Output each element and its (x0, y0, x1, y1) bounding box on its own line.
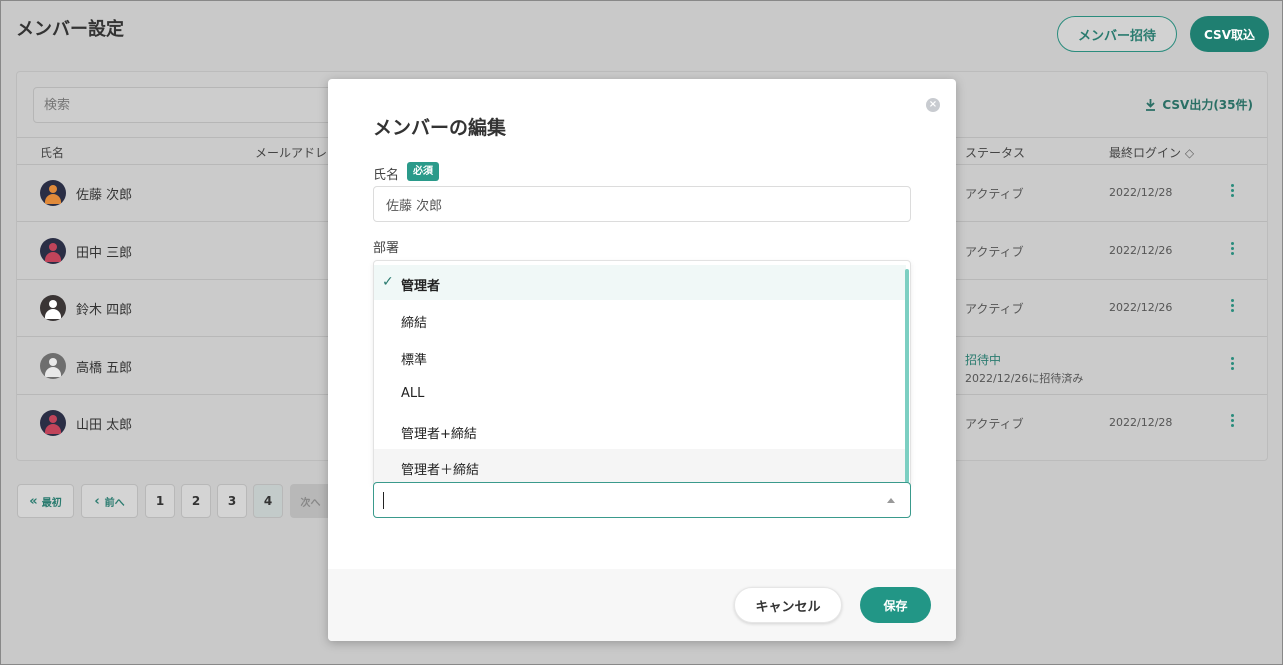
department-field-label: 部署 (373, 241, 400, 256)
check-icon: ✓ (382, 274, 394, 290)
avatar (40, 410, 66, 436)
dropdown-option[interactable]: 締結 (374, 302, 906, 337)
chevron-left-icon: ‹ (94, 493, 100, 509)
member-status: アクティブ (965, 302, 1024, 316)
page-title: メンバー設定 (16, 19, 124, 40)
column-last-login-label: 最終ログイン (1109, 146, 1182, 160)
column-last-login[interactable]: 最終ログイン ◇ (1109, 144, 1194, 161)
dropdown-option[interactable]: 標準 (374, 339, 906, 374)
member-status: アクティブ (965, 187, 1024, 201)
member-invite-date: 2022/12/26に招待済み (965, 372, 1084, 385)
pager-current-page[interactable]: 4 (253, 484, 283, 518)
option-label: 管理者＋締結 (401, 463, 480, 478)
option-label: 締結 (401, 316, 428, 331)
option-label: 標準 (401, 353, 428, 368)
avatar (40, 238, 66, 264)
pager-prev-label: 前へ (104, 497, 125, 509)
row-menu-icon[interactable] (1229, 184, 1235, 200)
member-last-login: 2022/12/28 (1109, 416, 1173, 429)
modal-footer: キャンセル 保存 (328, 569, 956, 641)
dropdown-option[interactable]: ALL (374, 376, 906, 411)
pager-page-button[interactable]: 3 (217, 484, 247, 518)
close-icon[interactable]: × (926, 98, 940, 112)
department-dropdown-list: ✓ 管理者 締結 標準 ALL 管理者+締結 管理者＋締結 (373, 260, 911, 484)
csv-export-link[interactable]: CSV出力(35件) (1145, 96, 1253, 113)
member-name: 佐藤 次郎 (76, 188, 133, 203)
double-chevron-left-icon: « (29, 493, 38, 509)
member-name: 鈴木 四郎 (76, 303, 133, 318)
pager-page-button[interactable]: 1 (145, 484, 175, 518)
row-menu-icon[interactable] (1229, 357, 1235, 373)
save-button[interactable]: 保存 (860, 587, 931, 623)
dropdown-option[interactable]: 管理者＋締結 (374, 449, 906, 484)
pager-prev-button[interactable]: ‹ 前へ (81, 484, 138, 518)
text-cursor (383, 492, 384, 509)
csv-import-button[interactable]: CSV取込 (1190, 16, 1269, 52)
search-input[interactable] (33, 87, 343, 123)
member-status: アクティブ (965, 417, 1024, 431)
required-badge: 必須 (407, 162, 439, 181)
option-label: 管理者 (401, 279, 441, 294)
pager-next-button[interactable]: 次へ (290, 484, 330, 518)
avatar (40, 295, 66, 321)
cancel-button[interactable]: キャンセル (734, 587, 842, 623)
row-menu-icon[interactable] (1229, 299, 1235, 315)
avatar (40, 180, 66, 206)
member-name: 山田 太郎 (76, 418, 133, 433)
chevron-up-icon[interactable] (887, 498, 895, 503)
option-label: ALL (401, 386, 425, 401)
member-last-login: 2022/12/26 (1109, 244, 1173, 257)
member-name: 高橋 五郎 (76, 361, 133, 376)
pager-first-button[interactable]: « 最初 (17, 484, 74, 518)
dropdown-option[interactable]: ✓ 管理者 (374, 265, 906, 300)
column-status: ステータス (965, 146, 1026, 160)
invite-member-button[interactable]: メンバー招待 (1057, 16, 1177, 52)
modal-title: メンバーの編集 (373, 117, 507, 139)
row-menu-icon[interactable] (1229, 414, 1235, 430)
column-email: メールアドレ (255, 146, 328, 160)
dropdown-option[interactable]: 管理者+締結 (374, 413, 906, 448)
name-field-label: 氏名 (373, 168, 400, 183)
avatar (40, 353, 66, 379)
dropdown-scrollbar[interactable] (905, 269, 909, 483)
column-name: 氏名 (40, 146, 65, 160)
member-status: 招待中 (965, 353, 1002, 367)
member-last-login: 2022/12/28 (1109, 186, 1173, 199)
member-name: 田中 三郎 (76, 246, 133, 261)
pager-first-label: 最初 (41, 497, 62, 509)
download-icon (1146, 98, 1156, 111)
edit-member-modal: × メンバーの編集 氏名 必須 部署 ✓ 管理者 締結 標準 ALL 管理者+締… (328, 79, 956, 641)
csv-export-label: CSV出力(35件) (1162, 98, 1253, 112)
row-menu-icon[interactable] (1229, 242, 1235, 258)
department-select-input[interactable] (373, 482, 911, 518)
member-last-login: 2022/12/26 (1109, 301, 1173, 314)
name-input[interactable] (373, 186, 911, 222)
option-label: 管理者+締結 (401, 427, 477, 442)
member-status: アクティブ (965, 245, 1024, 259)
pager-page-button[interactable]: 2 (181, 484, 211, 518)
sort-icon: ◇ (1184, 146, 1195, 160)
